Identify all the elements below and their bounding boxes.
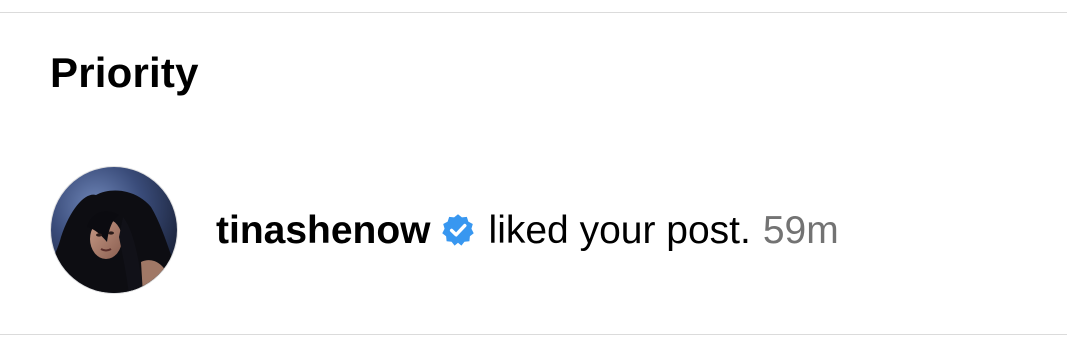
action-text: liked your post. <box>488 209 751 252</box>
notification-item[interactable]: tinashenow liked your post. 59m <box>0 164 1067 300</box>
notification-text: tinashenow liked your post. 59m <box>216 208 839 254</box>
avatar[interactable] <box>50 166 178 294</box>
verified-badge-icon <box>441 214 474 246</box>
top-divider <box>0 12 1067 13</box>
profile-photo-icon <box>51 167 177 293</box>
section-title: Priority <box>50 49 199 96</box>
bottom-divider <box>0 334 1067 335</box>
timestamp: 59m <box>762 209 839 252</box>
username-link[interactable]: tinashenow <box>216 208 431 254</box>
